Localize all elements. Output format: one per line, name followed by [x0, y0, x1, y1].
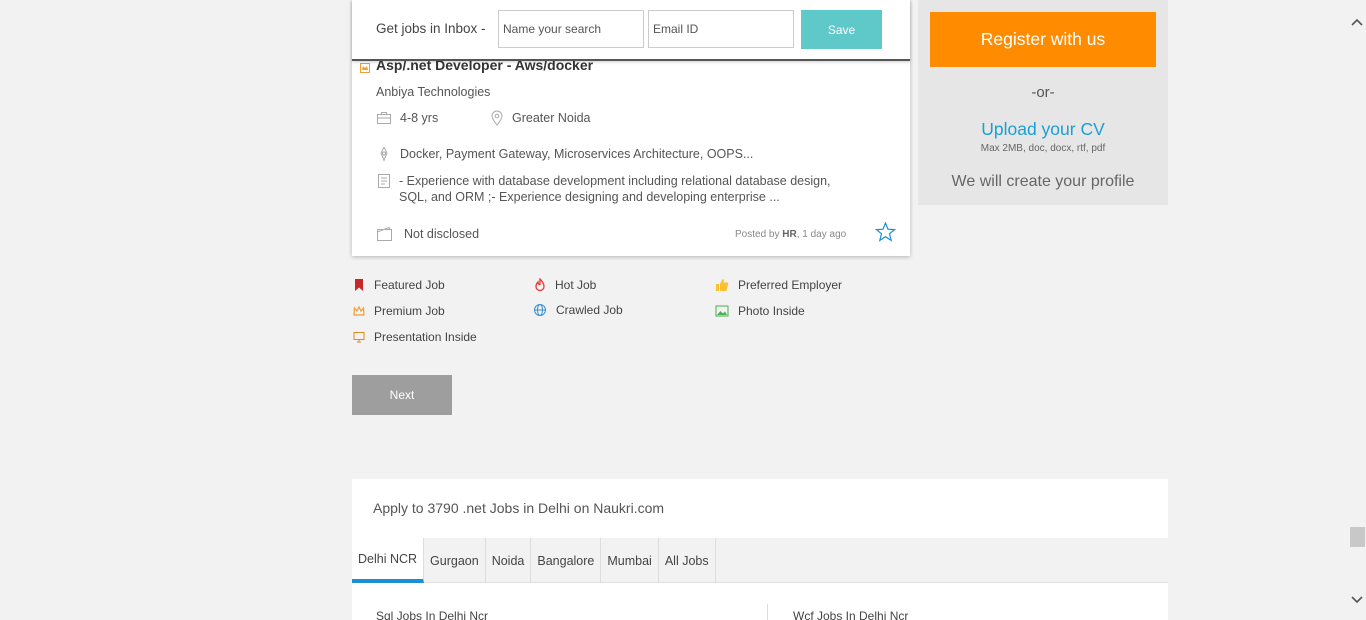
legend-photo: Photo Inside — [715, 304, 805, 318]
next-page-button[interactable]: Next — [352, 375, 452, 415]
create-profile-text: We will create your profile — [951, 173, 1135, 190]
posted-prefix: Posted by — [735, 229, 780, 240]
legend-preferred: Preferred Employer — [715, 278, 842, 292]
thumbs-up-icon — [716, 279, 729, 291]
description-line: SQL, and ORM ;- Experience designing and… — [399, 190, 780, 204]
scroll-up-icon[interactable] — [1350, 14, 1364, 32]
experience-value: 4-8 yrs — [400, 111, 439, 125]
tab-delhi-ncr[interactable]: Delhi NCR — [352, 538, 425, 583]
tab-bangalore[interactable]: Bangalore — [531, 538, 602, 583]
legend-featured: Featured Job — [353, 278, 445, 292]
upload-cv-link[interactable]: Upload your CV — [918, 119, 1168, 140]
posted-when: , 1 day ago — [796, 229, 847, 240]
legend-hot: Hot Job — [534, 278, 596, 292]
scroll-thumb[interactable] — [1350, 527, 1365, 547]
experience-row: 4-8 yrs — [376, 110, 438, 126]
legend-label: Preferred Employer — [738, 278, 843, 292]
email-field[interactable] — [648, 10, 794, 48]
city-tabs: Delhi NCR Gurgaon Noida Bangalore Mumbai… — [352, 538, 1168, 583]
photo-icon — [715, 305, 729, 317]
salary-value: Not disclosed — [404, 227, 480, 241]
salary-row: Not disclosed — [376, 226, 479, 242]
job-alert-label: Get jobs in Inbox - — [376, 21, 486, 36]
column-divider — [767, 604, 768, 620]
presentation-icon — [353, 332, 365, 343]
tab-all-jobs[interactable]: All Jobs — [659, 538, 716, 583]
legend-label: Premium Job — [374, 304, 445, 318]
tab-noida[interactable]: Noida — [486, 538, 532, 583]
legend-label: Featured Job — [374, 278, 445, 292]
posted-info: Posted by HR, 1 day ago — [735, 229, 846, 240]
briefcase-icon — [377, 112, 391, 124]
legend-crawled: Crawled Job — [533, 303, 623, 317]
or-separator: -or- — [1031, 84, 1055, 101]
legend-label: Crawled Job — [556, 303, 623, 317]
premium-crown-icon — [353, 305, 365, 316]
save-alert-button[interactable]: Save — [801, 10, 882, 49]
description-line: - Experience with database development i… — [399, 174, 831, 188]
wcf-jobs-link[interactable]: Wcf Jobs In Delhi Ncr — [793, 609, 908, 620]
job-description: - Experience with database development i… — [399, 173, 857, 205]
legend-presentation: Presentation Inside — [353, 330, 477, 344]
legend-label: Hot Job — [555, 278, 597, 292]
posted-by: HR — [782, 229, 797, 240]
skills-icon — [380, 146, 388, 162]
register-button[interactable]: Register with us — [930, 12, 1156, 67]
featured-bookmark-icon — [355, 279, 363, 291]
location-row: Greater Noida — [490, 110, 591, 126]
location-pin-icon — [491, 110, 503, 126]
scroll-down-icon[interactable] — [1350, 592, 1364, 610]
skills-value: Docker, Payment Gateway, Microservices A… — [400, 147, 754, 161]
upload-hint: Max 2MB, doc, docx, rtf, pdf — [980, 143, 1106, 154]
globe-icon — [534, 304, 546, 316]
legend-label: Photo Inside — [738, 304, 805, 318]
sql-jobs-link[interactable]: Sql Jobs In Delhi Ncr — [376, 609, 488, 620]
description-icon — [376, 173, 392, 194]
location-value: Greater Noida — [512, 111, 591, 125]
search-name-input[interactable] — [498, 10, 644, 48]
save-job-star-icon[interactable] — [874, 221, 897, 247]
tab-mumbai[interactable]: Mumbai — [601, 538, 659, 583]
wallet-icon — [377, 226, 392, 241]
premium-job-icon — [360, 60, 370, 73]
apply-heading: Apply to 3790 .net Jobs in Delhi on Nauk… — [373, 500, 665, 516]
hot-flame-icon — [535, 278, 545, 292]
company-name[interactable]: Anbiya Technologies — [376, 85, 490, 99]
tab-gurgaon[interactable]: Gurgaon — [424, 538, 486, 583]
skills-row: Docker, Payment Gateway, Microservices A… — [376, 146, 753, 162]
legend-premium: Premium Job — [353, 304, 445, 318]
legend-label: Presentation Inside — [374, 330, 477, 344]
